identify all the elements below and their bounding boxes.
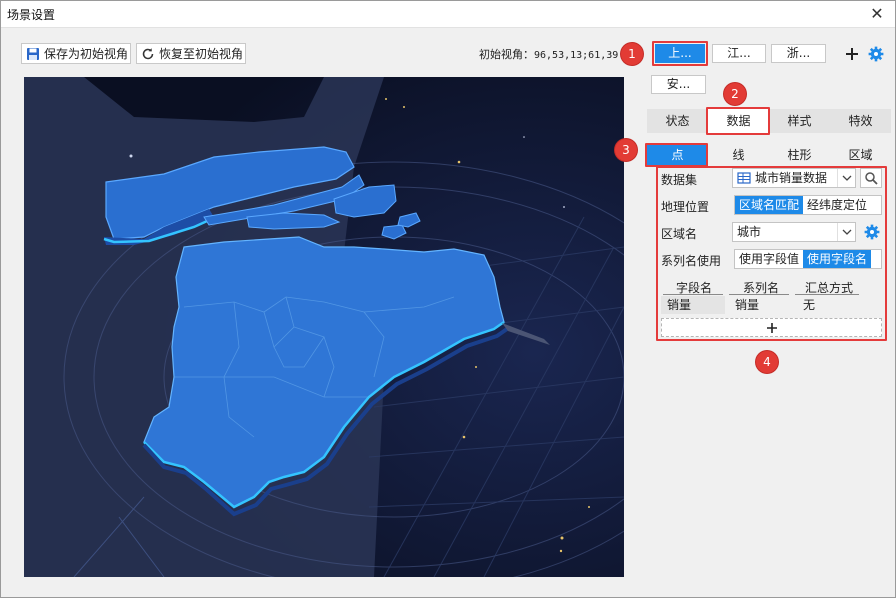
data-settings-panel: 数据集 城市销量数据 地理位置 区域名匹配 经纬度定位 区域名 城市 系列名使用… — [657, 166, 887, 341]
restore-initial-view-button[interactable]: 恢复至初始视角 — [136, 43, 246, 64]
restore-initial-view-label: 恢复至初始视角 — [159, 47, 244, 61]
grid-cell-field[interactable]: 销量 — [661, 296, 725, 314]
dataset-label: 数据集 — [661, 173, 698, 187]
gear-icon[interactable] — [862, 222, 882, 242]
callout-badge-1: 1 — [621, 43, 643, 65]
scene-settings-dialog: 场景设置 ✕ 保存为初始视角 恢复至初始视角 初始视角：96,53,13;61,… — [0, 0, 896, 598]
geo-location-toggle: 区域名匹配 经纬度定位 — [734, 195, 882, 215]
subtab-column[interactable]: 柱形 — [769, 145, 830, 165]
table-icon — [737, 171, 751, 190]
chevron-down-icon — [837, 169, 855, 187]
tab-style[interactable]: 样式 — [769, 109, 830, 133]
geo-location-label: 地理位置 — [661, 200, 710, 214]
initial-view-readout: 初始视角：96,53,13;61,39 — [479, 46, 618, 62]
map-viewport[interactable] — [24, 77, 624, 577]
view-button-2[interactable]: 江... — [712, 44, 766, 63]
add-row-button[interactable] — [661, 318, 882, 337]
region-name-select[interactable]: 城市 — [732, 222, 856, 242]
region-name-value: 城市 — [737, 225, 762, 239]
tab-effects[interactable]: 特效 — [830, 109, 891, 133]
callout-badge-3: 3 — [615, 139, 637, 161]
grid-cell-summary[interactable]: 无 — [797, 296, 859, 314]
highlight-box-tab — [706, 107, 770, 135]
shanghai-3d-map — [24, 77, 624, 577]
save-initial-view-label: 保存为初始视角 — [44, 47, 129, 61]
highlight-box-subtab — [645, 143, 708, 167]
geo-option-region-match[interactable]: 区域名匹配 — [735, 196, 804, 214]
initial-view-value: 96,53,13;61,39 — [534, 50, 619, 61]
refresh-icon — [141, 47, 155, 61]
series-option-field-value[interactable]: 使用字段值 — [735, 250, 803, 268]
callout-badge-4: 4 — [756, 351, 778, 373]
tab-state[interactable]: 状态 — [647, 109, 708, 133]
geo-option-latlng[interactable]: 经纬度定位 — [803, 196, 871, 214]
subtab-line[interactable]: 线 — [708, 145, 769, 165]
dataset-value: 城市销量数据 — [755, 171, 828, 185]
view-button-3[interactable]: 浙... — [771, 44, 826, 63]
chevron-down-icon — [837, 223, 855, 241]
grid-cell-series[interactable]: 销量 — [729, 296, 791, 314]
view-button-4[interactable]: 安... — [651, 75, 706, 94]
initial-view-label: 初始视角： — [479, 48, 534, 61]
save-icon — [26, 47, 40, 61]
title-bar: 场景设置 ✕ — [1, 1, 895, 28]
callout-badge-2: 2 — [724, 83, 746, 105]
gear-icon[interactable] — [866, 44, 886, 64]
highlight-box-view — [652, 41, 708, 66]
window-title: 场景设置 — [7, 8, 56, 22]
series-name-label: 系列名使用 — [661, 254, 722, 268]
save-initial-view-button[interactable]: 保存为初始视角 — [21, 43, 131, 64]
series-option-field-name[interactable]: 使用字段名 — [803, 250, 872, 268]
region-name-label: 区域名 — [661, 227, 698, 241]
search-icon[interactable] — [860, 168, 882, 188]
plus-icon — [766, 322, 777, 333]
dataset-select[interactable]: 城市销量数据 — [732, 168, 856, 188]
plus-icon[interactable] — [842, 44, 862, 64]
series-name-toggle: 使用字段值 使用字段名 — [734, 249, 882, 269]
close-icon[interactable]: ✕ — [867, 4, 887, 24]
subtab-area[interactable]: 区域 — [830, 145, 891, 165]
